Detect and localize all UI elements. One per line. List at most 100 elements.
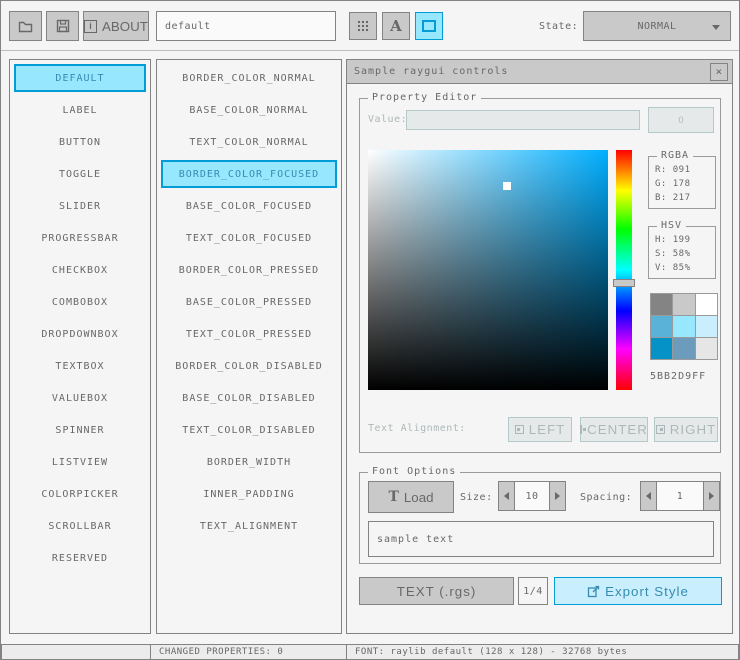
property-item[interactable]: BORDER_COLOR_NORMAL <box>161 64 337 92</box>
control-item[interactable]: TEXTBOX <box>14 352 146 380</box>
control-item[interactable]: DEFAULT <box>14 64 146 92</box>
folder-icon <box>18 21 33 33</box>
export-icon <box>587 585 600 597</box>
controls-preview-button[interactable] <box>415 12 443 40</box>
rgba-g-value: G: 178 <box>655 179 691 189</box>
property-item[interactable]: INNER_PADDING <box>161 480 337 508</box>
hue-slider[interactable] <box>613 278 635 287</box>
state-dropdown[interactable]: NORMAL <box>583 11 731 41</box>
control-item[interactable]: SPINNER <box>14 416 146 444</box>
property-item[interactable]: BASE_COLOR_PRESSED <box>161 288 337 316</box>
load-font-button[interactable]: T Load <box>368 481 454 513</box>
control-item[interactable]: SCROLLBAR <box>14 512 146 540</box>
color-swatch[interactable] <box>695 316 717 337</box>
property-item[interactable]: TEXT_COLOR_FOCUSED <box>161 224 337 252</box>
hsv-group: HSV H: 199 S: 58% V: 85% <box>648 220 716 279</box>
align-center-icon <box>580 425 587 434</box>
align-right-button: RIGHT <box>654 417 718 442</box>
align-center-button: CENTER <box>580 417 648 442</box>
format-page-indicator[interactable]: 1/4 <box>518 577 548 605</box>
control-item[interactable]: LABEL <box>14 96 146 124</box>
grid-icon <box>356 19 370 33</box>
sample-controls-window: Sample raygui controls × Property Editor… <box>346 59 733 634</box>
property-item[interactable]: BASE_COLOR_NORMAL <box>161 96 337 124</box>
color-swatch[interactable] <box>651 294 673 315</box>
rguistyler-window: i ABOUT A State: NORMAL DEFAULT LABEL BU… <box>0 0 740 660</box>
size-increase-button[interactable] <box>549 481 566 511</box>
control-item[interactable]: PROGRESSBAR <box>14 224 146 252</box>
state-label: State: <box>539 21 579 32</box>
font-letter-icon: A <box>390 17 402 35</box>
font-options-label: Font Options <box>368 466 461 477</box>
state-dropdown-value: NORMAL <box>637 20 677 32</box>
export-style-label: Export Style <box>605 583 689 599</box>
control-item[interactable]: BUTTON <box>14 128 146 156</box>
hsv-s-value: S: 58% <box>655 249 691 259</box>
align-center-label: CENTER <box>587 422 648 437</box>
rgba-r-value: R: 091 <box>655 165 691 175</box>
arrow-right-icon <box>555 492 560 500</box>
about-button[interactable]: i ABOUT <box>83 11 149 41</box>
color-swatch[interactable] <box>651 316 673 337</box>
color-swatch[interactable] <box>695 338 717 359</box>
color-swatch[interactable] <box>695 294 717 315</box>
properties-list: BORDER_COLOR_NORMAL BASE_COLOR_NORMAL TE… <box>156 59 342 634</box>
arrow-left-icon <box>504 492 509 500</box>
window-titlebar[interactable]: Sample raygui controls × <box>347 60 732 84</box>
control-item[interactable]: VALUEBOX <box>14 384 146 412</box>
property-item[interactable]: BASE_COLOR_DISABLED <box>161 384 337 412</box>
load-font-label: Load <box>403 489 434 505</box>
picker-cursor[interactable] <box>503 182 512 190</box>
control-item[interactable]: DROPDOWNBOX <box>14 320 146 348</box>
property-item[interactable]: TEXT_COLOR_NORMAL <box>161 128 337 156</box>
spacing-decrease-button[interactable] <box>640 481 657 511</box>
style-table-button[interactable] <box>349 12 377 40</box>
size-decrease-button[interactable] <box>498 481 515 511</box>
color-swatch[interactable] <box>673 294 695 315</box>
control-item[interactable]: COMBOBOX <box>14 288 146 316</box>
close-icon: × <box>715 65 723 78</box>
align-left-button: LEFT <box>508 417 572 442</box>
control-item[interactable]: COLORPICKER <box>14 480 146 508</box>
hue-bar[interactable] <box>613 150 635 390</box>
property-item[interactable]: TEXT_COLOR_PRESSED <box>161 320 337 348</box>
control-item[interactable]: LISTVIEW <box>14 448 146 476</box>
style-name-input[interactable] <box>156 11 336 41</box>
property-item[interactable]: BORDER_WIDTH <box>161 448 337 476</box>
export-style-button[interactable]: Export Style <box>554 577 722 605</box>
spacing-value[interactable]: 1 <box>657 481 703 511</box>
property-item[interactable]: TEXT_ALIGNMENT <box>161 512 337 540</box>
spacing-increase-button[interactable] <box>703 481 720 511</box>
control-item[interactable]: RESERVED <box>14 544 146 572</box>
control-item[interactable]: TOGGLE <box>14 160 146 188</box>
align-right-icon <box>655 425 665 434</box>
property-item[interactable]: BORDER_COLOR_FOCUSED <box>161 160 337 188</box>
size-value[interactable]: 10 <box>515 481 549 511</box>
open-style-button[interactable] <box>9 11 42 41</box>
chevron-down-icon <box>712 25 720 30</box>
sample-text-box[interactable]: sample text <box>368 521 714 557</box>
window-title: Sample raygui controls <box>354 66 509 77</box>
color-panel[interactable] <box>368 150 608 390</box>
property-item[interactable]: BORDER_COLOR_DISABLED <box>161 352 337 380</box>
font-options-group: Font Options T Load Size: 10 Spacing: 1 … <box>359 466 721 564</box>
hex-color-value: 5BB2D9FF <box>650 371 707 382</box>
arrow-right-icon <box>709 492 714 500</box>
arrow-left-icon <box>646 492 651 500</box>
color-swatch[interactable] <box>651 338 673 359</box>
property-item[interactable]: BORDER_COLOR_PRESSED <box>161 256 337 284</box>
close-button[interactable]: × <box>710 62 728 81</box>
info-icon: i <box>84 19 98 33</box>
save-style-button[interactable] <box>46 11 79 41</box>
control-item[interactable]: SLIDER <box>14 192 146 220</box>
value-edit-button: 0 <box>648 107 714 133</box>
font-mode-button[interactable]: A <box>382 12 410 40</box>
size-label: Size: <box>460 492 493 503</box>
export-format-dropdown[interactable]: TEXT (.rgs) <box>359 577 514 605</box>
property-editor-group: Property Editor Value: 0 RGBA R: 091 G: … <box>359 92 721 453</box>
color-swatch[interactable] <box>673 338 695 359</box>
property-item[interactable]: TEXT_COLOR_DISABLED <box>161 416 337 444</box>
property-item[interactable]: BASE_COLOR_FOCUSED <box>161 192 337 220</box>
color-swatch[interactable] <box>673 316 695 337</box>
control-item[interactable]: CHECKBOX <box>14 256 146 284</box>
